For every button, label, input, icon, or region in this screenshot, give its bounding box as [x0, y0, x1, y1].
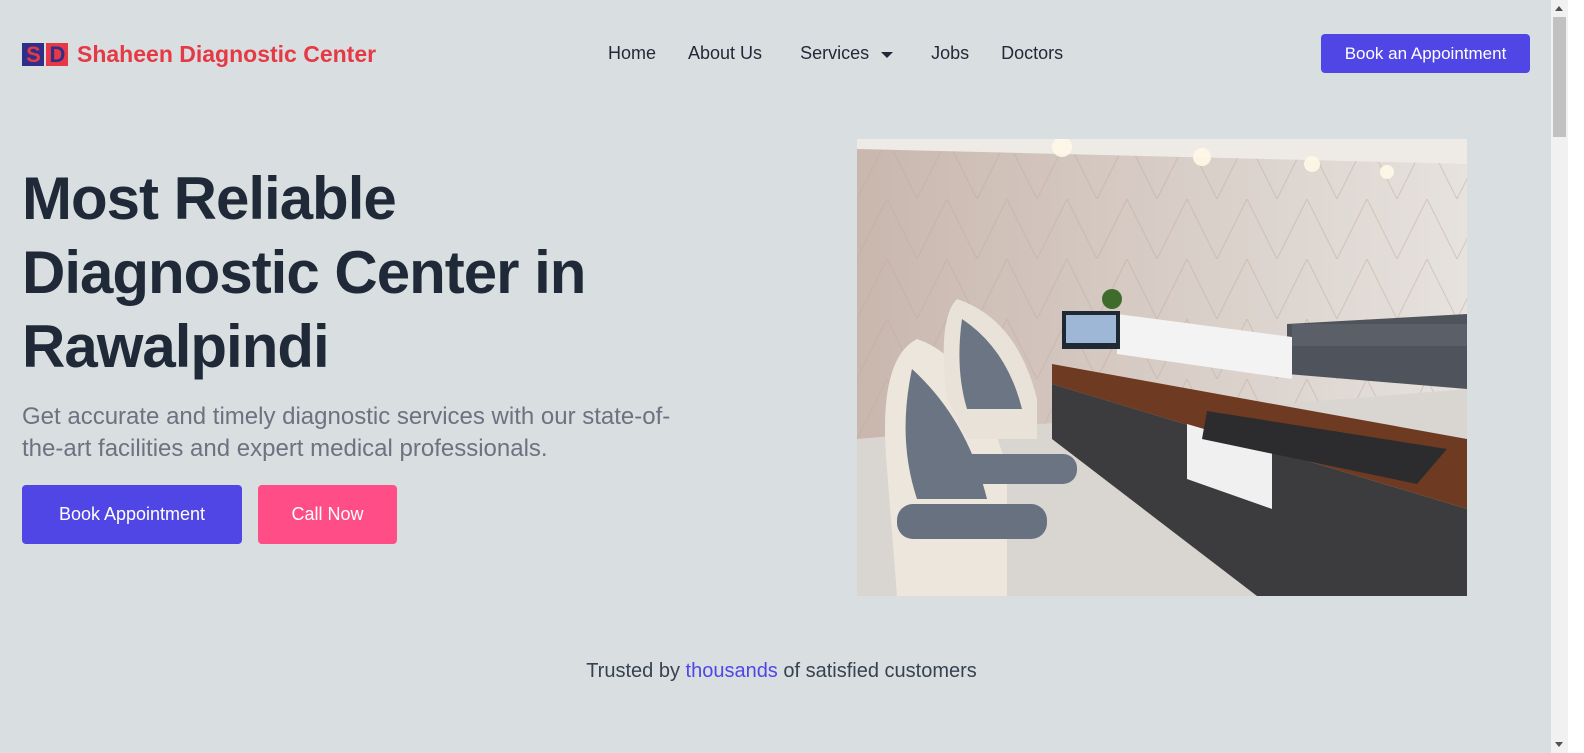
scroll-down-icon[interactable]: [1555, 742, 1563, 747]
nav-home[interactable]: Home: [608, 43, 656, 64]
trusted-text: Trusted by thousands of satisfied custom…: [0, 660, 1563, 683]
site-header: S D Shaheen Diagnostic Center Home About…: [0, 0, 1568, 108]
logo-letter-d: D: [49, 43, 66, 66]
brand-logo[interactable]: S D Shaheen Diagnostic Center: [22, 41, 376, 68]
window-edge: [1568, 0, 1584, 753]
nav-services[interactable]: Services: [800, 43, 894, 64]
nav-about-us[interactable]: About Us: [688, 43, 762, 64]
main-nav: Home About Us Services Jobs Doctors: [608, 43, 1095, 64]
scroll-up-icon[interactable]: [1555, 6, 1563, 11]
page-scrollbar[interactable]: [1551, 0, 1568, 753]
book-appointment-header-button[interactable]: Book an Appointment: [1321, 34, 1530, 73]
nav-jobs[interactable]: Jobs: [931, 43, 969, 64]
logo-letter-s: S: [26, 43, 41, 66]
brand-name: Shaheen Diagnostic Center: [77, 41, 377, 67]
nav-doctors[interactable]: Doctors: [1001, 43, 1063, 64]
trusted-highlight: thousands: [685, 660, 778, 682]
reception-photo: [857, 139, 1467, 596]
hero-title: Most Reliable Diagnostic Center in Rawal…: [22, 165, 586, 380]
reception-illustration: [857, 139, 1467, 596]
nav-services-label: Services: [800, 43, 870, 63]
trusted-suffix: of satisfied customers: [783, 660, 977, 682]
trusted-prefix: Trusted by: [586, 660, 680, 682]
logo-icon: S D: [22, 43, 70, 66]
call-now-button[interactable]: Call Now: [258, 485, 397, 544]
hero-subtitle: Get accurate and timely diagnostic servi…: [22, 403, 671, 462]
book-appointment-button[interactable]: Book Appointment: [22, 485, 242, 544]
scrollbar-thumb[interactable]: [1553, 17, 1566, 137]
caret-down-icon: [881, 51, 894, 58]
